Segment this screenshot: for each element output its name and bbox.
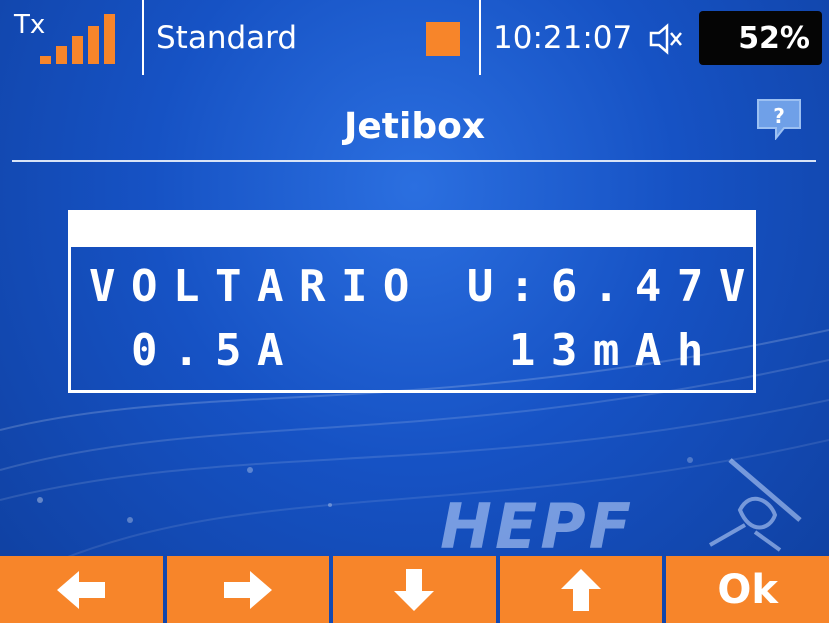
ok-button[interactable]: Ok [666, 556, 829, 623]
down-button[interactable] [333, 556, 496, 623]
left-button[interactable] [0, 556, 163, 623]
model-cell: Standard [144, 0, 481, 75]
status-bar: Tx Standard 10:21:07 52% [0, 0, 829, 75]
jetibox-header-bar [71, 213, 753, 247]
arrow-left-icon [57, 570, 106, 609]
jetibox-line-1: VOLTARIO U:6.47V [89, 261, 761, 312]
arrow-up-icon [561, 568, 602, 611]
arrow-right-icon [223, 570, 272, 609]
model-name: Standard [156, 20, 298, 56]
speaker-muted-icon [649, 23, 682, 55]
title-divider [12, 160, 816, 162]
help-icon[interactable]: ? [754, 96, 804, 140]
signal-strength-icon [38, 12, 128, 64]
function-button-bar: Ok [0, 556, 829, 623]
model-indicator [426, 22, 460, 56]
jetibox-display: VOLTARIO U:6.47V 0.5A 13mAh [68, 210, 756, 393]
svg-text:?: ? [773, 104, 785, 128]
helicopter-logo-icon [709, 458, 802, 552]
ok-button-label: Ok [717, 566, 778, 613]
arrow-down-icon [394, 568, 435, 611]
right-button[interactable] [166, 556, 330, 623]
time-cell: 10:21:07 52% [481, 0, 829, 75]
battery-percent: 52% [738, 21, 810, 56]
clock-time: 10:21:07 [493, 20, 633, 56]
battery-indicator: 52% [699, 11, 822, 65]
jetibox-line-2: 0.5A 13mAh [89, 325, 719, 376]
page-title: Jetibox [343, 106, 486, 147]
up-button[interactable] [499, 556, 663, 623]
tx-signal-cell: Tx [0, 0, 144, 75]
hepf-logo: HEPF [440, 490, 635, 563]
